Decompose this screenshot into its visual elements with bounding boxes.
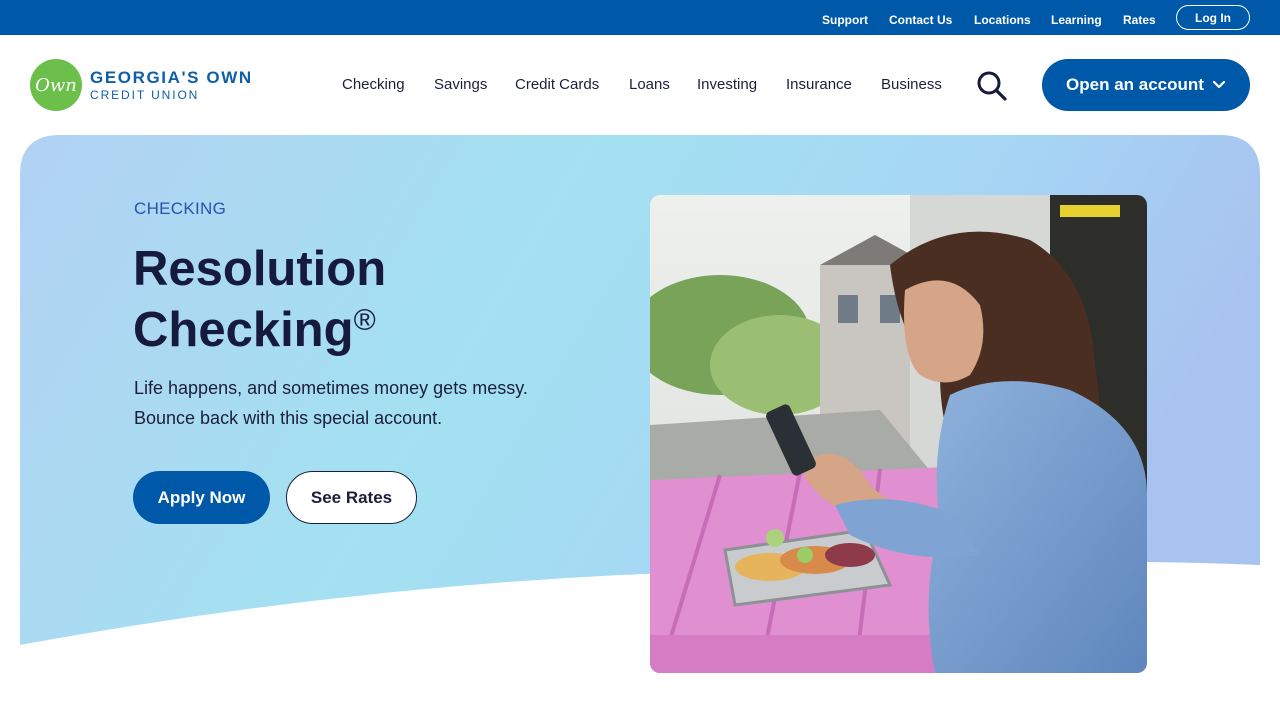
search-icon	[977, 71, 1007, 101]
login-button[interactable]: Log In	[1176, 5, 1250, 30]
utility-link-learning[interactable]: Learning	[1051, 13, 1102, 27]
registered-mark: ®	[353, 304, 376, 337]
nav-checking[interactable]: Checking	[342, 76, 405, 93]
brand-logo[interactable]: Own GEORGIA'S OWN CREDIT UNION	[30, 59, 253, 111]
page-title-text: Resolution Checking	[133, 242, 387, 357]
hero-description: Life happens, and sometimes money gets m…	[134, 373, 604, 433]
hero-photo	[650, 195, 1147, 673]
logo-mark: Own	[30, 59, 82, 111]
chevron-down-icon	[1212, 80, 1226, 89]
search-button[interactable]	[976, 70, 1008, 102]
nav-investing[interactable]: Investing	[697, 76, 757, 93]
nav-credit-cards[interactable]: Credit Cards	[515, 76, 599, 93]
open-account-button[interactable]: Open an account	[1042, 59, 1250, 111]
apply-now-button[interactable]: Apply Now	[133, 471, 270, 524]
nav-insurance[interactable]: Insurance	[786, 76, 852, 93]
logo-subname: CREDIT UNION	[90, 88, 200, 102]
utility-link-contact-us[interactable]: Contact Us	[889, 13, 952, 27]
hero-description-line-2: Bounce back with this special account.	[134, 408, 443, 428]
utility-link-support[interactable]: Support	[822, 13, 868, 27]
open-account-label: Open an account	[1066, 75, 1204, 94]
utility-bar: Support Contact Us Locations Learning Ra…	[0, 0, 1280, 35]
page-title: Resolution Checking®	[133, 244, 553, 356]
see-rates-button[interactable]: See Rates	[286, 471, 417, 524]
nav-loans[interactable]: Loans	[629, 76, 670, 93]
hero-eyebrow: CHECKING	[134, 199, 227, 218]
hero-description-line-1: Life happens, and sometimes money gets m…	[134, 378, 528, 398]
logo-wordmark: GEORGIA'S OWN CREDIT UNION	[90, 69, 253, 101]
utility-link-rates[interactable]: Rates	[1123, 13, 1156, 27]
nav-business[interactable]: Business	[881, 76, 942, 93]
logo-name: GEORGIA'S OWN	[90, 68, 253, 87]
utility-link-locations[interactable]: Locations	[974, 13, 1031, 27]
nav-savings[interactable]: Savings	[434, 76, 487, 93]
woman-with-phone-image	[650, 195, 1147, 673]
